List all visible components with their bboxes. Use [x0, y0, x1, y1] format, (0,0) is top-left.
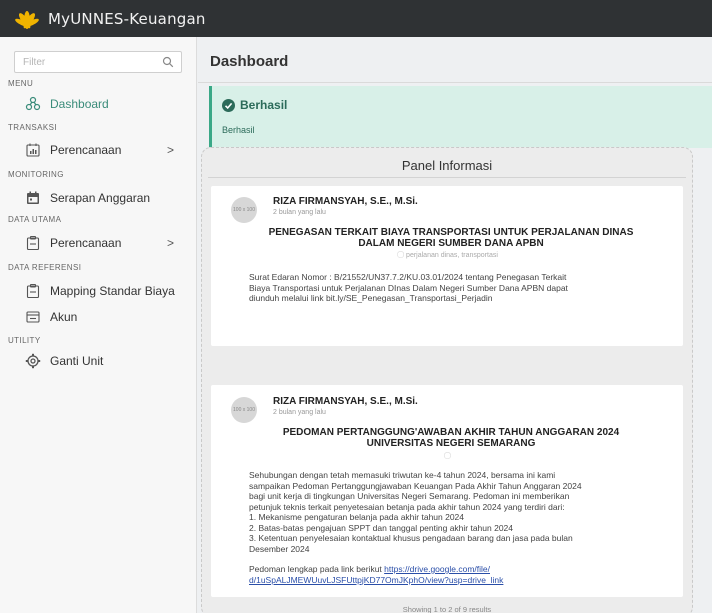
calendar-icon [27, 191, 39, 204]
sidebar-item-label: Serapan Anggaran [50, 191, 151, 205]
unnes-logo-icon[interactable] [14, 8, 40, 30]
sidebar-item-mapping-standar-biaya[interactable]: Mapping Standar Biaya [25, 283, 185, 299]
sidebar-item-label: Mapping Standar Biaya [50, 284, 175, 298]
post-tags: ⃝ [241, 451, 661, 461]
post-body-line: petunjuk teknis terkait penyetesaian bet… [249, 501, 565, 512]
search-icon[interactable] [162, 56, 174, 68]
section-transaksi: TRANSAKSI [8, 123, 57, 132]
panel-title: Panel Informasi [401, 158, 493, 173]
post-title-line-2[interactable]: DALAM NEGERI SUMBER DANA APBN [241, 238, 661, 249]
link-intro: Pedoman lengkap pada link berikut [249, 564, 385, 574]
filter-box [14, 51, 182, 73]
sidebar-item-perencanaan-transaksi[interactable]: Perencanaan > [25, 142, 185, 158]
sidebar: MENU Dashboard TRANSAKSI Perencanaan > M… [0, 37, 197, 613]
alert-title: Berhasil [222, 98, 287, 112]
list-box-icon [26, 311, 40, 323]
post-body-line: 3. Ketentuan penyelesaian kontaktual khu… [249, 533, 573, 543]
section-data-referensi: DATA REFERENSI [8, 263, 82, 272]
sidebar-item-ganti-unit[interactable]: Ganti Unit [25, 353, 185, 369]
post-body-line: Sehubungan dengan tetah memasuki triwuta… [249, 470, 556, 480]
sidebar-item-akun[interactable]: Akun [25, 309, 185, 325]
chevron-right-icon: > [167, 236, 175, 250]
post-link-line: Pedoman lengkap pada link berikut https:… [249, 564, 659, 575]
post-body: Surat Edaran Nomor : B/21552/UN37.7.2/KU… [249, 272, 659, 304]
section-monitoring: MONITORING [8, 170, 64, 179]
clipboard-icon [26, 235, 40, 251]
post-body-line: 2. Batas-batas pengajuan SPPT dan tangga… [249, 522, 514, 533]
post-body: Sehubungan dengan tetah memasuki triwuta… [249, 470, 659, 585]
results-summary: Showing 1 to 2 of 9 results [402, 605, 492, 613]
gear-icon [25, 353, 41, 369]
chevron-right-icon: > [167, 143, 175, 157]
section-data-utama: DATA UTAMA [8, 215, 62, 224]
header-divider [198, 82, 712, 83]
main-content: Dashboard Berhasil Berhasil Panel Inform… [198, 37, 712, 613]
post-tags: ⃝ perjalanan dinas, transportasi [404, 252, 498, 259]
avatar: 100 x 100 [231, 397, 257, 423]
drive-link[interactable]: https://drive.google.com/file/ [384, 564, 490, 574]
sidebar-item-label: Dashboard [50, 97, 109, 111]
post-body-line: Biaya Transportasi untuk Perjalanan DIna… [249, 282, 568, 293]
post-author: RIZA FIRMANSYAH, S.E., M.Si. [273, 196, 418, 207]
sidebar-item-dashboard[interactable]: Dashboard [25, 96, 185, 112]
section-utility: UTILITY [8, 336, 41, 345]
post-body-line: 1. Mekanisme pengaturan belanja pada akh… [249, 512, 465, 522]
post-body-line: sampaikan Pedoman Pertanggungjawaban Keu… [249, 480, 582, 491]
info-panel: Panel Informasi 100 x 100 RIZA FIRMANSYA… [201, 147, 693, 613]
success-alert: Berhasil Berhasil [209, 86, 712, 148]
post-author: RIZA FIRMANSYAH, S.E., M.Si. [273, 396, 418, 407]
sidebar-item-label: Perencanaan [50, 143, 122, 157]
alert-title-text: Berhasil [240, 98, 288, 112]
post-title-line-1[interactable]: PEDOMAN PERTANGGUNG'AWABAN AKHIR TAHUN A… [241, 427, 661, 438]
drive-link-continued[interactable]: d/1uSpALJMEWUuvLJSFUttpjKD77OmJKphO/view… [249, 575, 503, 585]
page-title: Dashboard [210, 53, 289, 70]
post-title-line-2[interactable]: UNIVERSITAS NEGERI SEMARANG [241, 438, 661, 449]
clipboard-icon [26, 283, 40, 299]
post-time: 2 bulan yang lalu [273, 409, 326, 416]
info-card: 100 x 100 RIZA FIRMANSYAH, S.E., M.Si. 2… [211, 186, 683, 346]
alert-text: Berhasil [222, 125, 255, 135]
post-body-line: bagi unit kerja di tingkungan Universita… [249, 491, 570, 501]
section-menu: MENU [8, 79, 34, 88]
filter-input[interactable] [15, 52, 155, 73]
post-body-line: Desember 2024 [249, 543, 310, 554]
avatar: 100 x 100 [231, 197, 257, 223]
sidebar-item-label: Ganti Unit [50, 354, 104, 368]
sidebar-item-serapan-anggaran[interactable]: Serapan Anggaran [25, 190, 185, 206]
top-bar: MyUNNES-Keuangan [0, 0, 712, 37]
post-time: 2 bulan yang lalu [273, 209, 326, 216]
post-body-line: diunduh melalui link bit.ly/SE_Penegasan… [249, 293, 493, 303]
sidebar-item-label: Perencanaan [50, 236, 122, 250]
post-link-line: d/1uSpALJMEWUuvLJSFUttpjKD77OmJKphO/view… [249, 575, 659, 586]
sidebar-item-label: Akun [50, 310, 78, 324]
post-title-line-1[interactable]: PENEGASAN TERKAIT BIAYA TRANSPORTASI UNT… [241, 227, 661, 238]
check-circle-icon [222, 98, 235, 112]
chart-calendar-icon [26, 143, 40, 157]
info-card: 100 x 100 RIZA FIRMANSYAH, S.E., M.Si. 2… [211, 385, 683, 597]
dashboard-icon [25, 96, 41, 111]
post-body-line: Surat Edaran Nomor : B/21552/UN37.7.2/KU… [249, 272, 567, 282]
app-title[interactable]: MyUNNES-Keuangan [48, 10, 206, 28]
panel-divider [208, 177, 686, 178]
sidebar-item-perencanaan-data[interactable]: Perencanaan > [25, 235, 185, 251]
